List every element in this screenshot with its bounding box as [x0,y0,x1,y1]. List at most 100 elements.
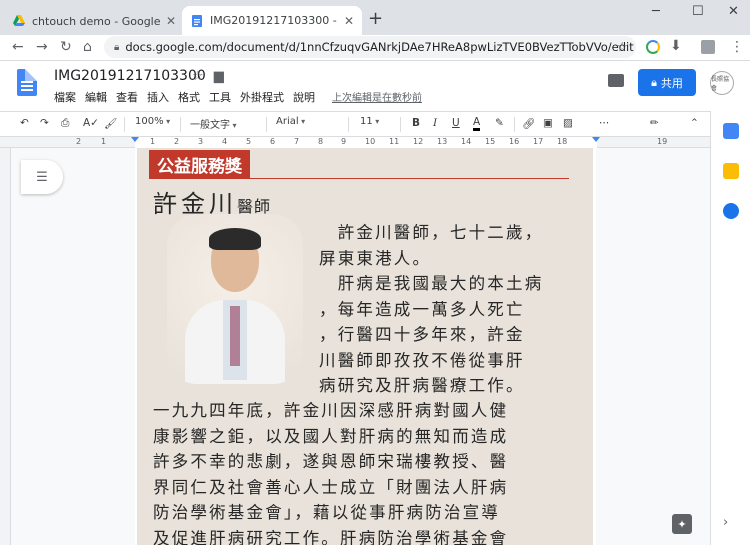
left-indent-marker[interactable] [131,137,139,142]
document-title[interactable]: IMG20191217103300 [54,68,206,84]
new-tab-icon[interactable]: + [368,8,383,29]
browser-tab-bar: chtouch demo - Google 雲端硬 ✕ IMG201912171… [0,0,750,35]
ruler-number: 19 [657,137,668,146]
award-banner: 公益服務獎 [149,150,569,179]
menu-insert[interactable]: 插入 [147,89,169,105]
article-line: 許金川醫師，七十二歲， [319,223,544,242]
docs-logo-icon[interactable] [17,69,37,96]
calendar-icon[interactable] [723,123,739,139]
bookmark-star-icon[interactable]: ☆ [616,40,628,55]
last-edit-link[interactable]: 上次編輯是在數秒前 [332,89,422,104]
ruler-number: 6 [270,137,276,146]
folder-icon[interactable]: ▆ [214,69,224,84]
article-line: 病研究及肝病醫療工作。 [319,376,525,395]
more-options-icon[interactable]: ⋯ [599,117,610,129]
docs-header: IMG20191217103300 ☆ ▆ 檔案 編輯 查看 插入 格式 工具 … [0,61,750,111]
bold-icon[interactable]: B [412,117,420,129]
horizontal-ruler: 2 1 1 2 3 4 5 6 7 8 9 10 11 12 13 14 15 … [0,137,710,148]
font-select[interactable]: Arial [276,116,305,127]
ruler-number: 16 [509,137,520,146]
close-tab-icon[interactable]: ✕ [166,14,176,28]
insert-image-icon[interactable]: ▨ [563,117,573,129]
menu-help[interactable]: 說明 [293,89,315,105]
explore-icon[interactable]: ✦ [672,514,692,534]
style-select[interactable]: 一般文字 [190,116,237,131]
text-color-icon[interactable]: A [473,117,481,131]
underline-icon[interactable]: U [452,117,460,129]
avatar-text: 長照協會 [711,76,730,92]
collapse-icon[interactable]: ⌃ [690,117,699,129]
tab-document[interactable]: IMG20191217103300 - Google ✕ [182,6,362,35]
article-line: 屏東東港人。 [319,248,432,268]
download-icon[interactable]: ⬇ [670,38,682,54]
url-field[interactable]: 🔒︎ docs.google.com/document/d/1nnCfzuqvG… [104,36,636,58]
maximize-icon[interactable]: ☐ [692,4,704,19]
back-icon[interactable]: ← [12,39,24,55]
font-size-select[interactable]: 11 [360,116,379,127]
zoom-select[interactable]: 100% [135,116,170,127]
ruler-number: 13 [437,137,448,146]
lock-icon: 🔒︎ [651,75,657,89]
ruler-number: 8 [318,137,324,146]
extension-icon[interactable] [646,40,660,54]
newspaper-clipping-image[interactable]: 公益服務獎 許金川醫師 許金川醫師，七十二歲， 屏東東港人。 肝病是我國最大的本… [137,148,593,545]
spellcheck-icon[interactable]: A✓ [83,117,99,129]
url-text: docs.google.com/document/d/1nnCfzuqvGANr… [125,40,634,54]
keep-icon[interactable] [723,163,739,179]
ruler-number: 4 [222,137,228,146]
right-indent-marker[interactable] [592,137,600,142]
menu-bar: 檔案 編輯 查看 插入 格式 工具 外掛程式 說明 [54,89,315,105]
document-canvas: ☰ 公益服務獎 許金川醫師 許金川醫師，七十二歲， 屏東東港人。 肝病是我國最大… [11,148,710,545]
paint-format-icon[interactable]: 🖌︎ [104,117,117,130]
cast-icon[interactable] [701,40,715,54]
menu-tools[interactable]: 工具 [209,89,231,105]
document-outline-icon[interactable]: ☰ [21,160,63,194]
close-tab-icon[interactable]: ✕ [344,14,354,28]
menu-dots-icon[interactable]: ⋮ [730,39,744,55]
ruler-number: 10 [365,137,376,146]
expand-panel-icon[interactable]: › [723,515,739,531]
highlight-icon[interactable]: ✎ [495,117,504,129]
menu-view[interactable]: 查看 [116,89,138,105]
editing-mode-icon[interactable]: ✏︎ [650,117,659,129]
print-icon[interactable]: ⎙ [61,117,69,130]
add-comment-icon[interactable]: ▣ [543,117,553,129]
star-icon[interactable]: ☆ [192,69,204,84]
tab-title: IMG20191217103300 - Google [210,14,340,27]
undo-icon[interactable]: ↶ [20,117,29,129]
menu-file[interactable]: 檔案 [54,89,76,105]
ruler-number: 17 [533,137,544,146]
article-line: 及促進肝病研究工作。肝病防治學術基金會 [153,528,509,545]
window-close-icon[interactable]: ✕ [728,4,739,19]
home-icon[interactable]: ⌂ [83,39,92,55]
menu-addons[interactable]: 外掛程式 [240,89,284,105]
vertical-ruler [0,148,11,545]
minimize-icon[interactable]: ─ [652,4,660,19]
redo-icon[interactable]: ↷ [40,117,49,129]
ruler-number: 11 [389,137,400,146]
document-page: 公益服務獎 許金川醫師 許金川醫師，七十二歲， 屏東東港人。 肝病是我國最大的本… [135,148,596,545]
formatting-toolbar: ↶ ↷ ⎙ A✓ 🖌︎ 100% 一般文字 Arial 11 B I U A ✎… [0,111,750,137]
side-panel: › [710,111,750,545]
share-button[interactable]: 🔒︎ 共用 [638,69,696,96]
article-line: ，每年造成一萬多人死亡 [319,299,525,319]
lock-icon: 🔒︎ [114,41,120,53]
menu-edit[interactable]: 編輯 [85,89,107,105]
avatar[interactable]: 長照協會 [710,71,734,95]
comment-history-icon[interactable] [608,74,624,87]
link-icon[interactable]: 🔗︎ [522,117,535,130]
article-line: 防治學術基金會」，藉以從事肝病防治宣導 [153,503,501,522]
italic-icon[interactable]: I [433,117,437,129]
reload-icon[interactable]: ↻ [60,39,72,55]
docs-icon [192,14,202,27]
drive-icon [13,14,25,26]
tab-drive[interactable]: chtouch demo - Google 雲端硬 ✕ [4,6,184,35]
tasks-icon[interactable] [723,203,739,219]
article-line: 康影響之鉅，以及國人對肝病的無知而造成 [153,426,509,446]
ruler-number: 9 [341,137,347,146]
menu-format[interactable]: 格式 [178,89,200,105]
forward-icon[interactable]: → [36,39,48,55]
article-line: 一九九四年底，許金川因深感肝病對國人健 [153,401,509,420]
article-line: 川醫師即孜孜不倦從事肝 [319,350,525,370]
ruler-number: 1 [101,137,107,146]
